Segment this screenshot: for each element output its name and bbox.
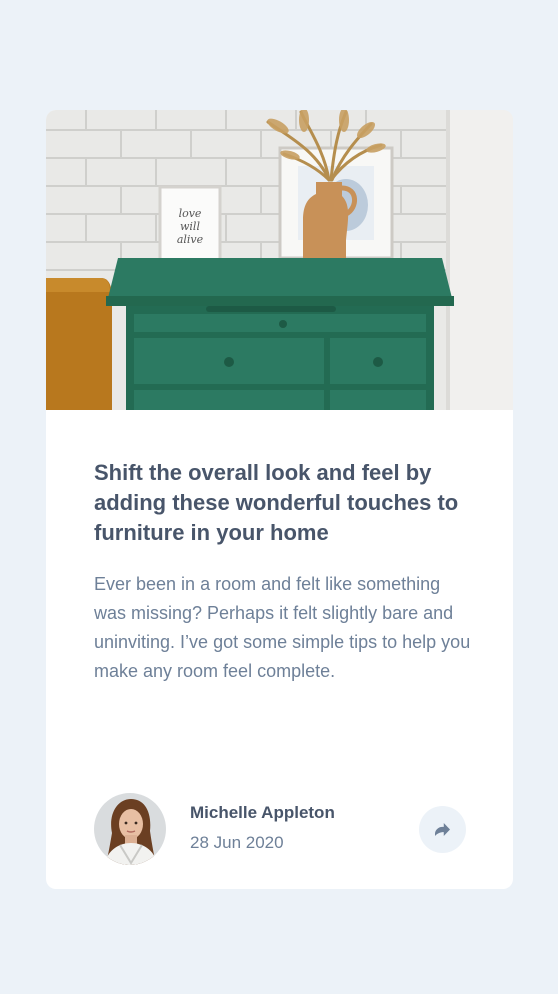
author-section: Michelle Appleton 28 Jun 2020 [94,793,466,865]
share-icon [435,823,450,836]
article-content: Shift the overall look and feel by addin… [94,458,474,686]
hero-image: love will alive [46,110,513,410]
svg-text:will: will [180,220,200,233]
article-title[interactable]: Shift the overall look and feel by addin… [94,458,474,548]
svg-text:love: love [179,207,202,220]
svg-text:alive: alive [177,233,204,246]
article-card: love will alive Shift the overall look a… [46,110,513,889]
article-description: Ever been in a room and felt like someth… [94,574,471,681]
author-avatar [94,793,166,865]
publish-date: 28 Jun 2020 [190,833,284,852]
share-button[interactable] [419,806,466,853]
author-name: Michelle Appleton [190,803,335,822]
